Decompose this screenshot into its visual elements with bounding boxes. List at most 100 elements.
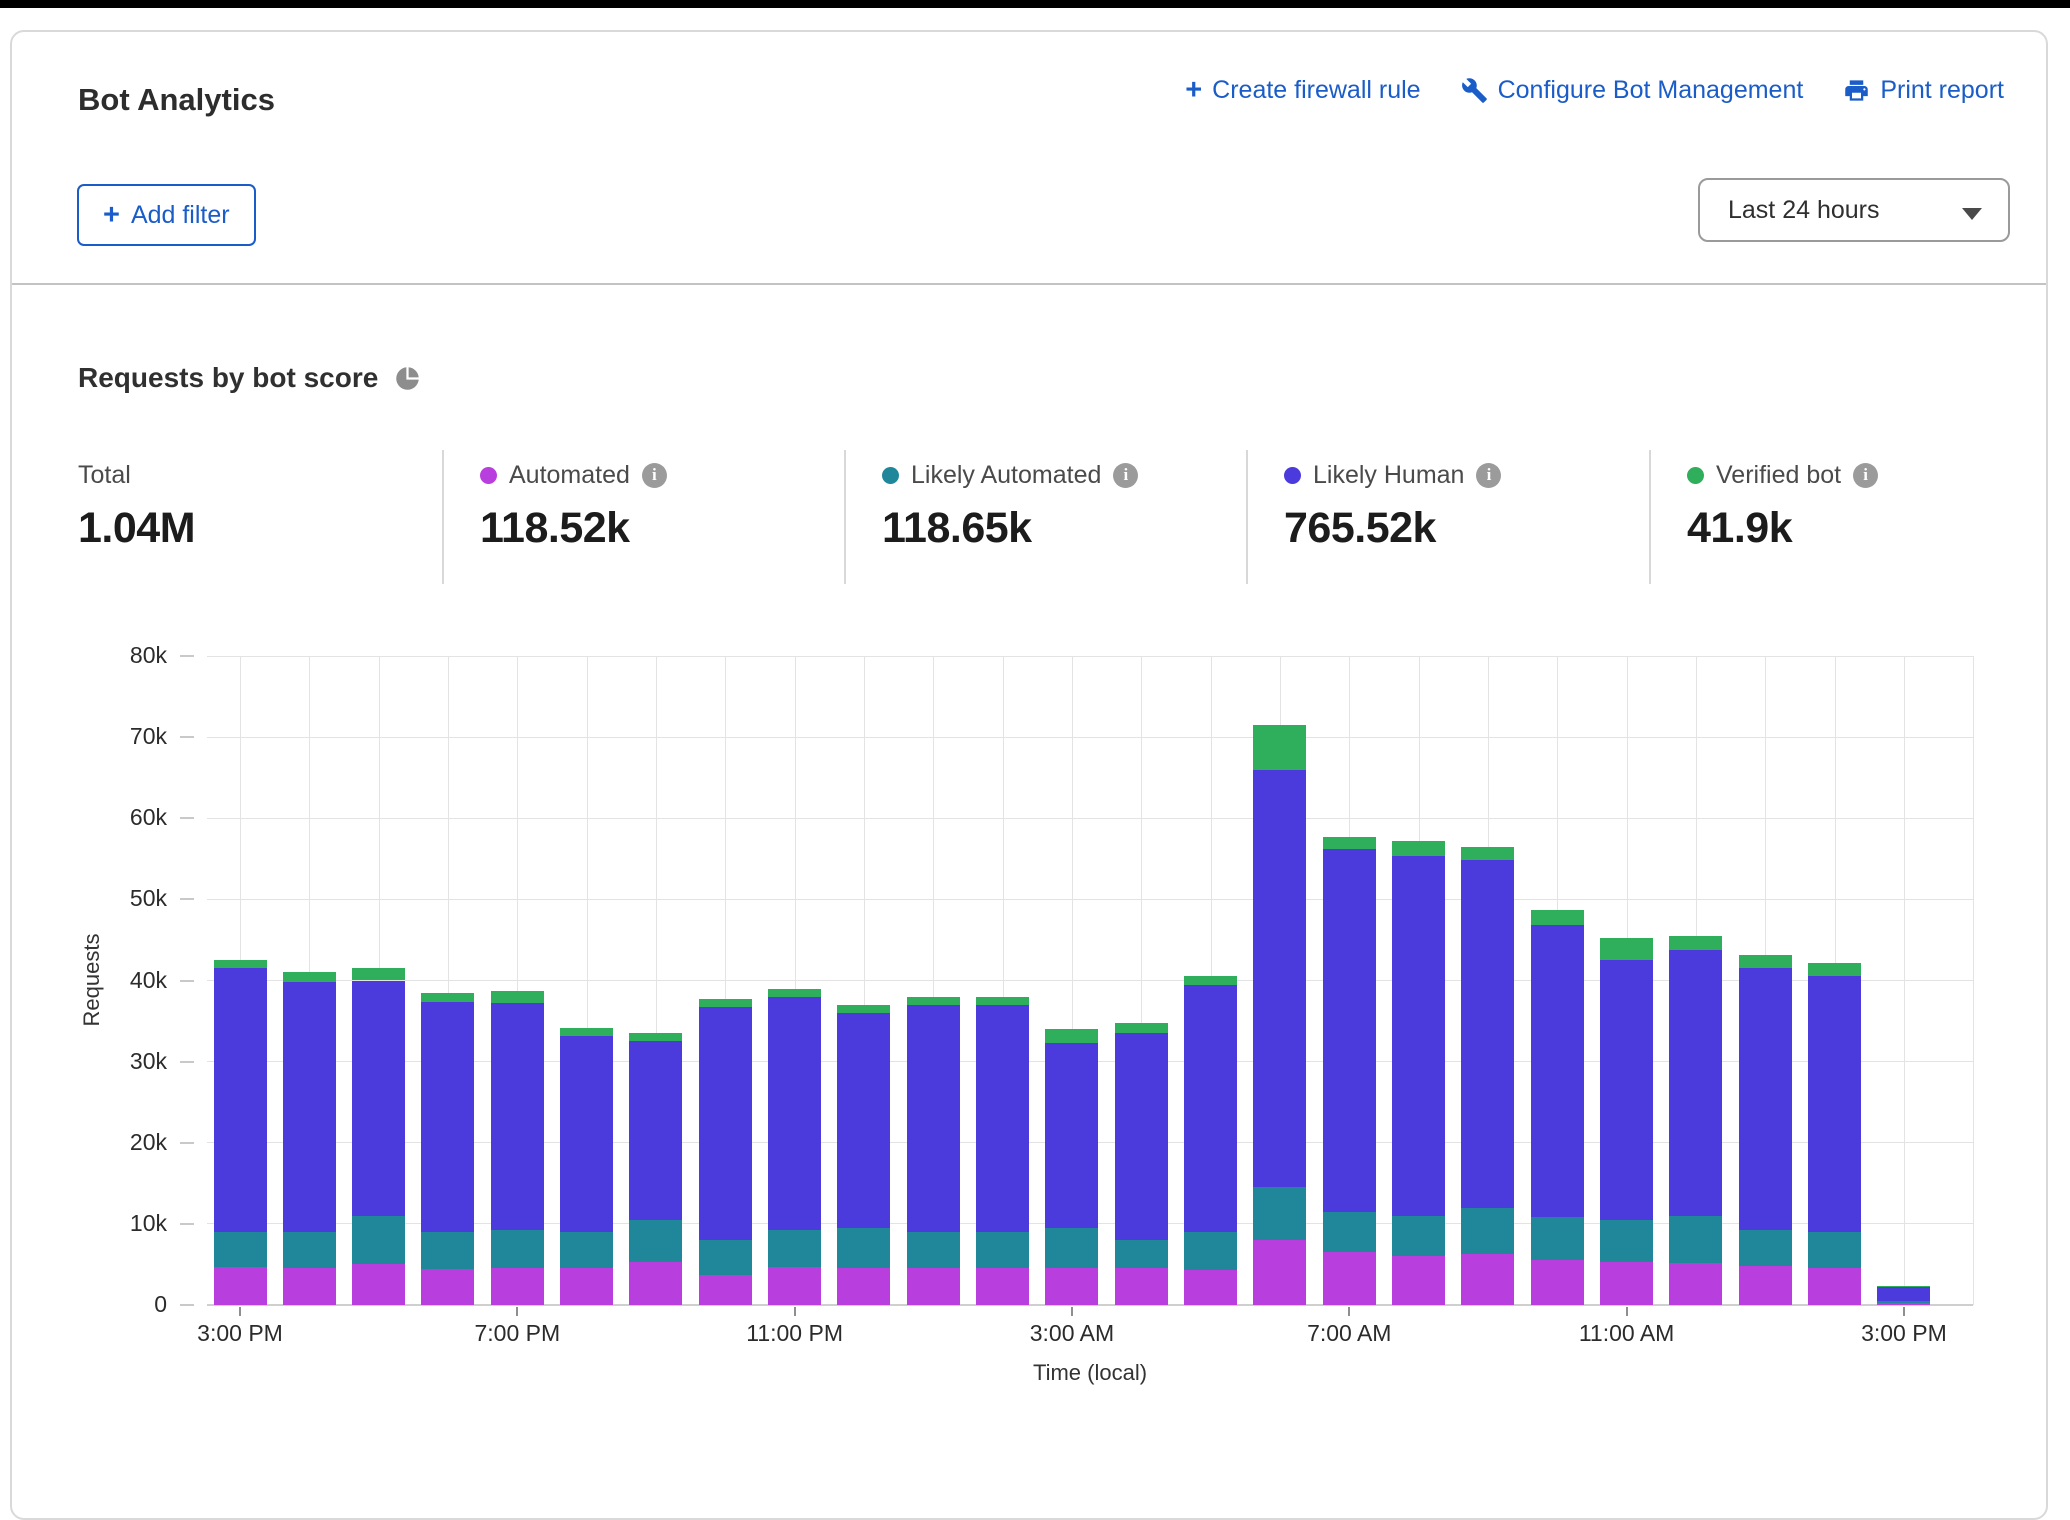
- likely-human-segment: [1184, 985, 1237, 1232]
- gridline-h: [207, 818, 1973, 819]
- y-tick-label: 10k: [67, 1210, 167, 1237]
- bar-1100am[interactable]: [1600, 938, 1653, 1305]
- verified-bot-segment: [283, 972, 336, 982]
- x-tick-label: 11:00 AM: [1547, 1320, 1707, 1347]
- verified-bot-segment: [352, 968, 405, 980]
- verified-bot-segment: [837, 1005, 890, 1013]
- bar-400pm[interactable]: [283, 972, 336, 1305]
- x-axis-title: Time (local): [950, 1360, 1230, 1386]
- automated-segment: [1323, 1252, 1376, 1305]
- likely-human-segment: [214, 968, 267, 1232]
- x-tick: [1903, 1307, 1905, 1316]
- x-tick: [794, 1307, 796, 1316]
- y-tick: [180, 1223, 194, 1225]
- bar-1200pm[interactable]: [1669, 936, 1722, 1305]
- bar-600am[interactable]: [1253, 725, 1306, 1305]
- bar-700am[interactable]: [1323, 837, 1376, 1305]
- bar-800am[interactable]: [1392, 841, 1445, 1305]
- verified-bot-segment: [1115, 1023, 1168, 1033]
- bar-100pm[interactable]: [1739, 955, 1792, 1305]
- bar-700pm[interactable]: [491, 991, 544, 1305]
- y-tick: [180, 898, 194, 900]
- y-tick: [180, 980, 194, 982]
- automated-segment: [1808, 1268, 1861, 1305]
- likely-automated-segment: [1808, 1232, 1861, 1268]
- bar-600pm[interactable]: [421, 993, 474, 1305]
- x-tick: [1626, 1307, 1628, 1316]
- automated-segment: [1253, 1240, 1306, 1305]
- verified-bot-segment: [768, 989, 821, 997]
- automated-segment: [1045, 1268, 1098, 1305]
- bar-300pm[interactable]: [214, 960, 267, 1305]
- likely-human-segment: [837, 1013, 890, 1228]
- bar-900pm[interactable]: [629, 1033, 682, 1305]
- likely-human-segment: [768, 997, 821, 1230]
- likely-automated-segment: [491, 1230, 544, 1267]
- verified-bot-segment: [699, 999, 752, 1007]
- y-tick-label: 40k: [67, 967, 167, 994]
- bar-1000am[interactable]: [1531, 910, 1584, 1305]
- likely-automated-segment: [1877, 1301, 1930, 1303]
- likely-automated-segment: [1669, 1216, 1722, 1263]
- bar-1200am[interactable]: [837, 1005, 890, 1305]
- x-tick: [516, 1307, 518, 1316]
- automated-segment: [491, 1268, 544, 1305]
- likely-automated-segment: [1531, 1217, 1584, 1259]
- likely-human-segment: [1323, 849, 1376, 1212]
- automated-segment: [352, 1264, 405, 1305]
- likely-automated-segment: [629, 1220, 682, 1262]
- likely-human-segment: [1877, 1287, 1930, 1301]
- verified-bot-segment: [1600, 938, 1653, 961]
- automated-segment: [976, 1268, 1029, 1305]
- bar-800pm[interactable]: [560, 1028, 613, 1305]
- x-tick: [1071, 1307, 1073, 1316]
- likely-automated-segment: [421, 1232, 474, 1269]
- gridline-h: [207, 737, 1973, 738]
- y-tick-label: 20k: [67, 1129, 167, 1156]
- likely-human-segment: [352, 981, 405, 1216]
- likely-human-segment: [1045, 1043, 1098, 1228]
- bar-200am[interactable]: [976, 997, 1029, 1305]
- likely-automated-segment: [283, 1232, 336, 1268]
- bar-1000pm[interactable]: [699, 999, 752, 1305]
- bar-1100pm[interactable]: [768, 989, 821, 1305]
- likely-automated-segment: [1184, 1232, 1237, 1270]
- automated-segment: [1392, 1256, 1445, 1305]
- x-tick-label: 3:00 AM: [992, 1320, 1152, 1347]
- likely-automated-segment: [214, 1232, 267, 1267]
- bar-500pm[interactable]: [352, 968, 405, 1305]
- y-tick-label: 0: [67, 1291, 167, 1318]
- likely-automated-segment: [352, 1216, 405, 1265]
- bar-400am[interactable]: [1115, 1023, 1168, 1305]
- automated-segment: [560, 1268, 613, 1305]
- automated-segment: [1877, 1303, 1930, 1305]
- y-tick: [180, 655, 194, 657]
- likely-human-segment: [491, 1003, 544, 1230]
- y-tick-label: 60k: [67, 804, 167, 831]
- likely-human-segment: [1669, 950, 1722, 1216]
- bar-100am[interactable]: [907, 997, 960, 1305]
- automated-segment: [1531, 1260, 1584, 1305]
- top-bar: [0, 0, 2070, 8]
- automated-segment: [1184, 1270, 1237, 1305]
- bar-200pm[interactable]: [1808, 963, 1861, 1305]
- bar-900am[interactable]: [1461, 847, 1514, 1305]
- automated-segment: [699, 1275, 752, 1305]
- verified-bot-segment: [214, 960, 267, 968]
- likely-human-segment: [699, 1007, 752, 1240]
- likely-human-segment: [1531, 925, 1584, 1218]
- likely-automated-segment: [1253, 1187, 1306, 1240]
- bar-300pm[interactable]: [1877, 1286, 1930, 1305]
- bar-300am[interactable]: [1045, 1029, 1098, 1305]
- bar-500am[interactable]: [1184, 976, 1237, 1305]
- likely-human-segment: [1392, 856, 1445, 1216]
- y-tick: [180, 1142, 194, 1144]
- x-tick-label: 3:00 PM: [1824, 1320, 1984, 1347]
- likely-human-segment: [283, 982, 336, 1232]
- verified-bot-segment: [421, 993, 474, 1003]
- automated-segment: [283, 1268, 336, 1305]
- x-tick-label: 7:00 PM: [437, 1320, 597, 1347]
- y-tick-label: 30k: [67, 1048, 167, 1075]
- likely-human-segment: [421, 1002, 474, 1232]
- likely-automated-segment: [1739, 1230, 1792, 1267]
